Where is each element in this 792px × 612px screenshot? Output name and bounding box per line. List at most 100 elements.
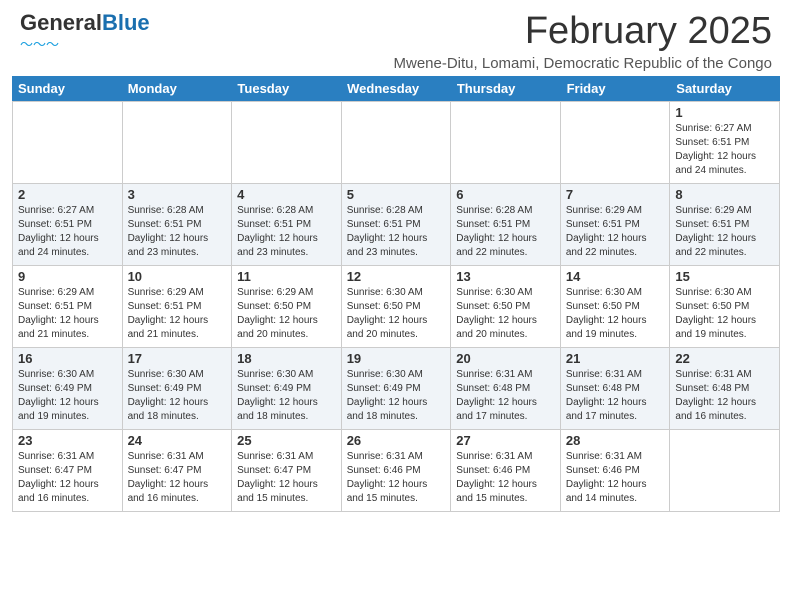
calendar-day-header: Saturday xyxy=(670,76,780,101)
day-number: 21 xyxy=(566,351,665,366)
day-number: 20 xyxy=(456,351,555,366)
day-info: Sunrise: 6:31 AM Sunset: 6:48 PM Dayligh… xyxy=(456,368,555,424)
day-number: 6 xyxy=(456,187,555,202)
day-info: Sunrise: 6:27 AM Sunset: 6:51 PM Dayligh… xyxy=(18,204,117,260)
day-info: Sunrise: 6:31 AM Sunset: 6:46 PM Dayligh… xyxy=(347,450,446,506)
calendar-day-header: Wednesday xyxy=(341,76,451,101)
calendar-day-header: Sunday xyxy=(12,76,122,101)
day-number: 18 xyxy=(237,351,336,366)
day-number: 15 xyxy=(675,269,774,284)
calendar-cell: 28 Sunrise: 6:31 AM Sunset: 6:46 PM Dayli… xyxy=(561,430,671,512)
logo-general-text: General xyxy=(20,10,102,35)
calendar-cell xyxy=(561,102,671,184)
day-info: Sunrise: 6:31 AM Sunset: 6:48 PM Dayligh… xyxy=(566,368,665,424)
title-block: February 2025 Mwene-Ditu, Lomami, Democr… xyxy=(394,10,773,72)
calendar-row: 9 Sunrise: 6:29 AM Sunset: 6:51 PM Daylig… xyxy=(13,266,780,348)
day-info: Sunrise: 6:29 AM Sunset: 6:51 PM Dayligh… xyxy=(675,204,774,260)
calendar-cell: 4 Sunrise: 6:28 AM Sunset: 6:51 PM Daylig… xyxy=(232,184,342,266)
calendar-cell: 17Sunrise: 6:30 AM Sunset: 6:49 PM Dayli… xyxy=(123,348,233,430)
day-info: Sunrise: 6:31 AM Sunset: 6:47 PM Dayligh… xyxy=(237,450,336,506)
calendar-cell: 21 Sunrise: 6:31 AM Sunset: 6:48 PM Dayli… xyxy=(561,348,671,430)
calendar-cell xyxy=(232,102,342,184)
day-number: 10 xyxy=(128,269,227,284)
day-info: Sunrise: 6:30 AM Sunset: 6:50 PM Dayligh… xyxy=(566,286,665,342)
calendar-cell: 10 Sunrise: 6:29 AM Sunset: 6:51 PM Dayli… xyxy=(123,266,233,348)
day-info: Sunrise: 6:30 AM Sunset: 6:50 PM Dayligh… xyxy=(675,286,774,342)
day-number: 8 xyxy=(675,187,774,202)
location: Mwene-Ditu, Lomami, Democratic Republic … xyxy=(394,55,773,72)
day-number: 13 xyxy=(456,269,555,284)
day-number: 16 xyxy=(18,351,117,366)
calendar-day-header: Monday xyxy=(122,76,232,101)
day-info: Sunrise: 6:31 AM Sunset: 6:47 PM Dayligh… xyxy=(128,450,227,506)
day-info: Sunrise: 6:30 AM Sunset: 6:49 PM Dayligh… xyxy=(128,368,227,424)
day-info: Sunrise: 6:29 AM Sunset: 6:51 PM Dayligh… xyxy=(566,204,665,260)
calendar-cell: 25 Sunrise: 6:31 AM Sunset: 6:47 PM Dayli… xyxy=(232,430,342,512)
calendar-cell: 24 Sunrise: 6:31 AM Sunset: 6:47 PM Dayli… xyxy=(123,430,233,512)
day-number: 23 xyxy=(18,433,117,448)
day-info: Sunrise: 6:31 AM Sunset: 6:47 PM Dayligh… xyxy=(18,450,117,506)
calendar-cell: 3Sunrise: 6:28 AM Sunset: 6:51 PM Daylig… xyxy=(123,184,233,266)
day-number: 2 xyxy=(18,187,117,202)
day-info: Sunrise: 6:28 AM Sunset: 6:51 PM Dayligh… xyxy=(237,204,336,260)
calendar-cell: 1 Sunrise: 6:27 AM Sunset: 6:51 PM Daylig… xyxy=(670,102,780,184)
day-info: Sunrise: 6:30 AM Sunset: 6:49 PM Dayligh… xyxy=(237,368,336,424)
day-number: 14 xyxy=(566,269,665,284)
calendar-row: 23 Sunrise: 6:31 AM Sunset: 6:47 PM Dayli… xyxy=(13,430,780,512)
calendar-day-header: Thursday xyxy=(451,76,561,101)
calendar-cell: 23 Sunrise: 6:31 AM Sunset: 6:47 PM Dayli… xyxy=(13,430,123,512)
calendar-day-header: Friday xyxy=(561,76,671,101)
day-info: Sunrise: 6:27 AM Sunset: 6:51 PM Dayligh… xyxy=(675,122,774,178)
calendar: SundayMondayTuesdayWednesdayThursdayFrid… xyxy=(12,76,780,512)
day-number: 5 xyxy=(347,187,446,202)
day-number: 4 xyxy=(237,187,336,202)
day-info: Sunrise: 6:30 AM Sunset: 6:49 PM Dayligh… xyxy=(347,368,446,424)
day-info: Sunrise: 6:30 AM Sunset: 6:50 PM Dayligh… xyxy=(456,286,555,342)
calendar-body: 1 Sunrise: 6:27 AM Sunset: 6:51 PM Daylig… xyxy=(12,101,780,512)
day-number: 27 xyxy=(456,433,555,448)
calendar-cell: 20 Sunrise: 6:31 AM Sunset: 6:48 PM Dayli… xyxy=(451,348,561,430)
calendar-cell: 18 Sunrise: 6:30 AM Sunset: 6:49 PM Dayli… xyxy=(232,348,342,430)
calendar-cell xyxy=(123,102,233,184)
calendar-cell: 11 Sunrise: 6:29 AM Sunset: 6:50 PM Dayli… xyxy=(232,266,342,348)
calendar-cell xyxy=(451,102,561,184)
day-number: 1 xyxy=(675,105,774,120)
day-info: Sunrise: 6:28 AM Sunset: 6:51 PM Dayligh… xyxy=(128,204,227,260)
day-number: 7 xyxy=(566,187,665,202)
calendar-cell: 6 Sunrise: 6:28 AM Sunset: 6:51 PM Daylig… xyxy=(451,184,561,266)
calendar-cell: 5Sunrise: 6:28 AM Sunset: 6:51 PM Daylig… xyxy=(342,184,452,266)
day-info: Sunrise: 6:29 AM Sunset: 6:51 PM Dayligh… xyxy=(128,286,227,342)
calendar-cell: 13 Sunrise: 6:30 AM Sunset: 6:50 PM Dayli… xyxy=(451,266,561,348)
calendar-cell: 26 Sunrise: 6:31 AM Sunset: 6:46 PM Dayli… xyxy=(342,430,452,512)
day-number: 28 xyxy=(566,433,665,448)
day-info: Sunrise: 6:29 AM Sunset: 6:51 PM Dayligh… xyxy=(18,286,117,342)
calendar-cell: 14 Sunrise: 6:30 AM Sunset: 6:50 PM Dayli… xyxy=(561,266,671,348)
calendar-header: SundayMondayTuesdayWednesdayThursdayFrid… xyxy=(12,76,780,101)
calendar-cell: 27 Sunrise: 6:31 AM Sunset: 6:46 PM Dayli… xyxy=(451,430,561,512)
day-number: 22 xyxy=(675,351,774,366)
logo-blue-text: Blue xyxy=(102,10,150,35)
day-number: 26 xyxy=(347,433,446,448)
day-number: 11 xyxy=(237,269,336,284)
day-info: Sunrise: 6:31 AM Sunset: 6:46 PM Dayligh… xyxy=(456,450,555,506)
month-title: February 2025 xyxy=(394,10,773,53)
calendar-row: 1 Sunrise: 6:27 AM Sunset: 6:51 PM Daylig… xyxy=(13,102,780,184)
day-info: Sunrise: 6:31 AM Sunset: 6:46 PM Dayligh… xyxy=(566,450,665,506)
logo: GeneralBlue 〜〜〜 xyxy=(20,10,150,53)
calendar-cell: 12Sunrise: 6:30 AM Sunset: 6:50 PM Dayli… xyxy=(342,266,452,348)
day-number: 9 xyxy=(18,269,117,284)
day-number: 25 xyxy=(237,433,336,448)
calendar-row: 2 Sunrise: 6:27 AM Sunset: 6:51 PM Daylig… xyxy=(13,184,780,266)
calendar-cell: 15 Sunrise: 6:30 AM Sunset: 6:50 PM Dayli… xyxy=(670,266,780,348)
day-info: Sunrise: 6:31 AM Sunset: 6:48 PM Dayligh… xyxy=(675,368,774,424)
page-header: GeneralBlue 〜〜〜 February 2025 Mwene-Ditu… xyxy=(0,0,792,76)
day-info: Sunrise: 6:29 AM Sunset: 6:50 PM Dayligh… xyxy=(237,286,336,342)
calendar-cell: 22 Sunrise: 6:31 AM Sunset: 6:48 PM Dayli… xyxy=(670,348,780,430)
day-number: 12 xyxy=(347,269,446,284)
day-info: Sunrise: 6:28 AM Sunset: 6:51 PM Dayligh… xyxy=(456,204,555,260)
day-number: 19 xyxy=(347,351,446,366)
calendar-cell: 19 Sunrise: 6:30 AM Sunset: 6:49 PM Dayli… xyxy=(342,348,452,430)
day-info: Sunrise: 6:30 AM Sunset: 6:49 PM Dayligh… xyxy=(18,368,117,424)
calendar-cell: 8 Sunrise: 6:29 AM Sunset: 6:51 PM Daylig… xyxy=(670,184,780,266)
day-number: 24 xyxy=(128,433,227,448)
